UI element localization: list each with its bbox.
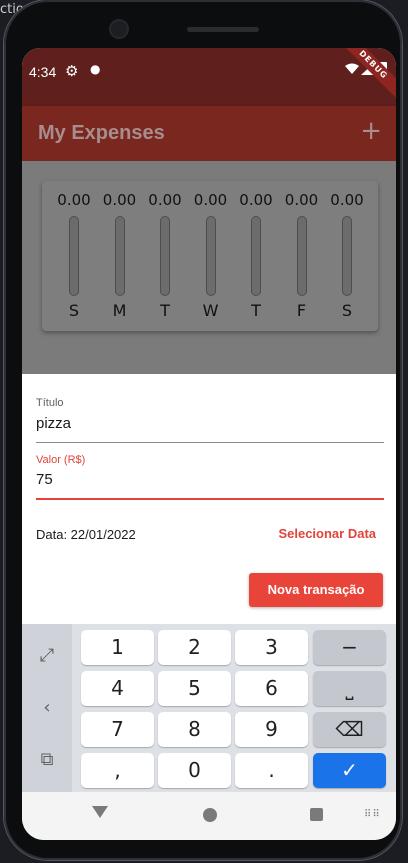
title-input[interactable]: pizza <box>36 415 71 432</box>
bar-value-label: 0.00 <box>330 191 364 209</box>
bar-value-label: 0.00 <box>148 191 182 209</box>
bar-day-label: M <box>112 301 127 320</box>
key-4[interactable]: 4 <box>81 671 154 706</box>
nav-home-icon[interactable] <box>203 808 217 822</box>
key-5[interactable]: 5 <box>158 671 231 706</box>
comma-key[interactable]: , <box>81 753 154 788</box>
key-2[interactable]: 2 <box>158 630 231 665</box>
title-underline <box>36 442 384 443</box>
bar-day-label: T <box>160 301 170 320</box>
numeric-keyboard: ⤢ ‹ ⧉ 1 2 3− 4 5 6 ⎵ 7 8 9 ⌫, 0. ✓ <box>22 624 396 792</box>
bar-track <box>342 216 352 296</box>
bar-track <box>296 216 307 296</box>
select-date-button[interactable]: Selecionar Data <box>278 526 376 541</box>
bar-value-label: 0.00 <box>239 191 273 209</box>
chevron-left-icon[interactable]: ‹ <box>33 694 61 722</box>
value-input[interactable]: 75 <box>36 471 53 488</box>
new-transaction-sheet: Título pizza Valor (R$) 75 Data: 22/01/2… <box>22 374 396 624</box>
app-bar: My Expenses + <box>22 106 396 161</box>
notification-dot-icon: ● <box>90 62 101 76</box>
nav-back-icon[interactable] <box>92 806 108 818</box>
bar-value-label: 0.00 <box>284 191 319 209</box>
period-key[interactable]: . <box>235 753 308 788</box>
key-1[interactable]: 1 <box>81 630 154 665</box>
chart-bar-column: 0.00 T <box>236 191 276 321</box>
phone-screen: 4:34 ⚙ ● DEBUG My Expenses + 0.00 S 0.00 M 0… <box>22 48 396 840</box>
bar-day-label: W <box>202 301 219 320</box>
minus-key[interactable]: − <box>313 630 386 665</box>
phone-frame: 4:34 ⚙ ● DEBUG My Expenses + 0.00 S 0.00 M 0… <box>4 0 402 860</box>
title-field-label: Título <box>36 397 64 409</box>
chart-bar-column: 0.00 S <box>54 191 94 321</box>
settings-gear-icon: ⚙ <box>65 62 79 80</box>
bar-track <box>205 216 216 296</box>
backspace-key[interactable]: ⌫ <box>313 712 386 747</box>
front-camera <box>111 21 127 37</box>
chart-bar-column: 0.00 T <box>145 191 185 321</box>
bar-track <box>69 216 79 296</box>
chart-bar-column: 0.00 F <box>282 191 322 321</box>
status-bar: 4:34 ⚙ ● DEBUG <box>22 48 396 106</box>
bar-day-label: S <box>341 301 353 320</box>
space-key[interactable]: ⎵ <box>313 671 386 706</box>
chart-bar-column: 0.00 M <box>100 191 140 321</box>
bar-day-label: T <box>251 301 261 320</box>
selected-date-text: Data: 22/01/2022 <box>36 527 136 542</box>
wifi-icon <box>345 63 359 74</box>
bar-day-label: F <box>296 301 307 320</box>
nav-recents-icon[interactable] <box>310 808 323 821</box>
app-title: My Expenses <box>38 122 165 144</box>
keyboard-side-panel: ⤢ ‹ ⧉ <box>22 624 72 792</box>
dimmed-background[interactable]: 0.00 S 0.00 M 0.00 T 0.00 W 0.00 T 0.00 F 0.00 S <box>22 161 396 374</box>
add-transaction-button[interactable]: + <box>360 116 382 146</box>
value-underline <box>36 498 384 500</box>
chart-bar-column: 0.00 W <box>191 191 231 321</box>
floating-keyboard-icon[interactable]: ⧉ <box>33 746 61 774</box>
bar-day-label: S <box>68 301 80 320</box>
key-7[interactable]: 7 <box>81 712 154 747</box>
bar-track <box>114 216 125 296</box>
key-3[interactable]: 3 <box>235 630 308 665</box>
status-time: 4:34 <box>29 64 57 80</box>
key-6[interactable]: 6 <box>235 671 308 706</box>
bar-track <box>251 216 261 296</box>
done-key[interactable]: ✓ <box>313 753 386 788</box>
android-nav-bar: ⠿⠿ <box>22 792 396 840</box>
earpiece-speaker <box>187 27 259 32</box>
value-field-label: Valor (R$) <box>36 454 86 466</box>
bar-value-label: 0.00 <box>193 191 228 209</box>
new-transaction-button[interactable]: Nova transação <box>249 573 383 607</box>
key-8[interactable]: 8 <box>158 712 231 747</box>
chart-bar-column: 0.00 S <box>327 191 367 321</box>
key-0[interactable]: 0 <box>158 753 231 788</box>
keyboard-switch-icon[interactable]: ⠿⠿ <box>364 809 381 820</box>
key-9[interactable]: 9 <box>235 712 308 747</box>
weekly-chart-card: 0.00 S 0.00 M 0.00 T 0.00 W 0.00 T 0.00 F 0.00 S <box>42 181 378 331</box>
expand-keyboard-icon[interactable]: ⤢ <box>33 642 61 670</box>
bar-track <box>160 216 170 296</box>
bar-value-label: 0.00 <box>102 191 137 209</box>
bar-value-label: 0.00 <box>57 191 91 209</box>
